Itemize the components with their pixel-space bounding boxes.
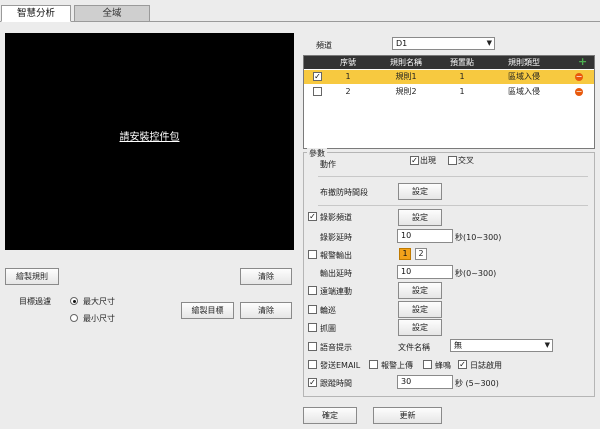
delete-rule-icon[interactable]: − [575, 73, 583, 81]
output-delay-unit: 秒(0~300) [455, 269, 497, 278]
refresh-button[interactable]: 更新 [373, 407, 442, 424]
schedule-label: 布撤防時間段 [320, 188, 368, 197]
record-channel-checkbox[interactable]: ✓ [308, 212, 317, 221]
linkage-label: 遠端連動 [320, 287, 352, 296]
tab-bar: 智慧分析 全域 [0, 0, 600, 22]
install-plugin-link[interactable]: 請安裝控件包 [5, 128, 294, 143]
alarm-out-1[interactable]: 1 [399, 248, 411, 260]
clear-rule-button[interactable]: 清除 [240, 268, 292, 285]
action-appear-label: 出現 [420, 156, 436, 165]
channel-label: 頻道 [316, 41, 332, 50]
file-name-select[interactable]: 無 ▼ [450, 339, 553, 352]
tracking-unit: 秒 (5~300) [455, 379, 499, 388]
header-rule-name: 規則名稱 [390, 58, 422, 67]
file-name-value: 無 [454, 341, 462, 350]
row-index: 2 [345, 87, 351, 96]
action-label: 動作 [320, 160, 336, 169]
rules-table: 序號 規則名稱 預置點 規則類型 + ✓ 1 規則1 1 區域入侵 − 2 規則… [303, 55, 595, 149]
draw-rule-button[interactable]: 繪製規則 [5, 268, 59, 285]
min-size-label: 最小尺寸 [83, 314, 115, 323]
row-rule-type: 區域入侵 [508, 87, 540, 96]
tracking-checkbox[interactable]: ✓ [308, 378, 317, 387]
row-checkbox[interactable] [313, 87, 322, 96]
linkage-checkbox[interactable] [308, 286, 317, 295]
snapshot-checkbox[interactable] [308, 323, 317, 332]
alarm-out-2[interactable]: 2 [415, 248, 427, 260]
tab-smart-analysis[interactable]: 智慧分析 [1, 5, 71, 22]
row-index: 1 [345, 72, 351, 81]
row-preset: 1 [459, 72, 465, 81]
output-delay-label: 輸出延時 [320, 269, 352, 278]
divider [318, 176, 588, 177]
linkage-settings-button[interactable]: 設定 [398, 282, 442, 299]
add-rule-icon[interactable]: + [578, 56, 587, 67]
voice-checkbox[interactable] [308, 342, 317, 351]
file-name-label: 文件名稱 [398, 343, 430, 352]
record-delay-unit: 秒(10~300) [455, 233, 502, 242]
header-rule-type: 規則類型 [508, 58, 540, 67]
action-appear-checkbox[interactable]: ✓ [410, 156, 419, 165]
max-size-label: 最大尺寸 [83, 297, 115, 306]
video-preview: 請安裝控件包 [5, 33, 294, 250]
clear-target-button[interactable]: 清除 [240, 302, 292, 319]
row-checkbox[interactable]: ✓ [313, 72, 322, 81]
email-checkbox[interactable] [308, 360, 317, 369]
record-channel-label: 錄影頻道 [320, 213, 352, 222]
tab-global[interactable]: 全域 [74, 5, 150, 22]
target-filter-label: 目標過濾 [19, 297, 51, 306]
buzzer-label: 蜂鳴 [435, 361, 451, 370]
channel-value: D1 [396, 39, 408, 48]
tracking-time-input[interactable]: 30 [397, 375, 453, 389]
chevron-down-icon: ▼ [486, 39, 492, 47]
max-size-radio[interactable] [70, 297, 78, 305]
email-label: 發送EMAIL [320, 361, 361, 370]
ok-button[interactable]: 確定 [303, 407, 357, 424]
log-label: 日誌啟用 [470, 361, 502, 370]
buzzer-checkbox[interactable] [423, 360, 432, 369]
alarm-out-label: 報警輸出 [320, 251, 352, 260]
row-rule-name: 規則1 [395, 72, 417, 81]
record-delay-label: 錄影延時 [320, 233, 352, 242]
tour-label: 輪巡 [320, 306, 336, 315]
record-channel-settings-button[interactable]: 設定 [398, 209, 442, 226]
delete-rule-icon[interactable]: − [575, 88, 583, 96]
tour-settings-button[interactable]: 設定 [398, 301, 442, 318]
log-checkbox[interactable]: ✓ [458, 360, 467, 369]
min-size-radio[interactable] [70, 314, 78, 322]
snapshot-settings-button[interactable]: 設定 [398, 319, 442, 336]
row-preset: 1 [459, 87, 465, 96]
row-rule-type: 區域入侵 [508, 72, 540, 81]
header-index: 序號 [340, 58, 356, 67]
table-row[interactable]: ✓ 1 規則1 1 區域入侵 − [304, 70, 594, 84]
alarm-upload-checkbox[interactable] [369, 360, 378, 369]
schedule-settings-button[interactable]: 設定 [398, 183, 442, 200]
divider [318, 205, 588, 206]
params-legend: 參數 [307, 148, 327, 159]
table-row[interactable]: 2 規則2 1 區域入侵 − [304, 85, 594, 99]
output-delay-input[interactable]: 10 [397, 265, 453, 279]
row-rule-name: 規則2 [395, 87, 417, 96]
channel-select[interactable]: D1 ▼ [392, 37, 495, 50]
tracking-label: 跟蹤時間 [320, 379, 352, 388]
header-preset: 預置點 [450, 58, 474, 67]
chevron-down-icon: ▼ [544, 341, 550, 349]
alarm-upload-label: 報警上傳 [381, 361, 413, 370]
action-cross-label: 交叉 [458, 156, 474, 165]
rules-table-header: 序號 規則名稱 預置點 規則類型 + [304, 56, 594, 69]
tour-checkbox[interactable] [308, 305, 317, 314]
voice-label: 語音提示 [320, 343, 352, 352]
action-cross-checkbox[interactable] [448, 156, 457, 165]
snapshot-label: 抓圖 [320, 324, 336, 333]
alarm-out-checkbox[interactable] [308, 250, 317, 259]
record-delay-input[interactable]: 10 [397, 229, 453, 243]
draw-target-button[interactable]: 繪製目標 [181, 302, 234, 319]
